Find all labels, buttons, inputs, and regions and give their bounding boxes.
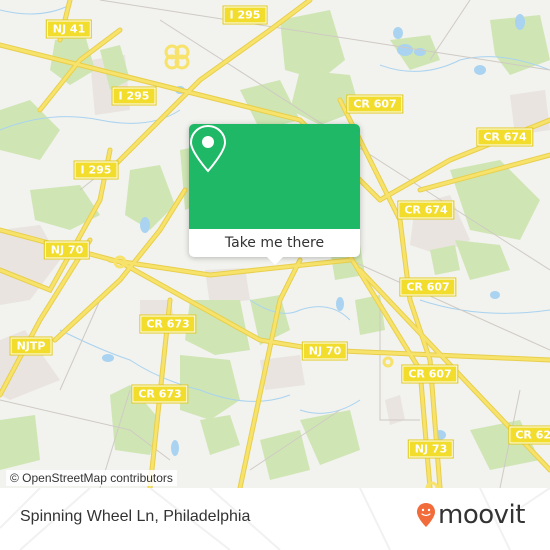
road-label-cr607: CR 607 <box>399 277 457 297</box>
popup-pointer <box>267 257 283 265</box>
moovit-smiley-pin-icon <box>417 503 435 527</box>
road-label-nj70: NJ 70 <box>301 341 349 361</box>
road-label-njtp: NJTP <box>9 336 53 356</box>
road-label-cr607: CR 607 <box>401 364 459 384</box>
take-me-there-button[interactable]: Take me there <box>189 229 360 257</box>
place-name: Spinning Wheel Ln, Philadelphia <box>20 508 251 525</box>
road-label-cr673: CR 673 <box>131 384 189 404</box>
map-attribution[interactable]: © OpenStreetMap contributors <box>6 470 177 486</box>
moovit-logo-text: moovit <box>438 500 525 530</box>
map-view[interactable]: NJ 41 I 295 I 295 I 295 CR 607 CR 674 CR… <box>0 0 550 488</box>
road-label-cr674: CR 674 <box>397 200 455 220</box>
road-label-nj70: NJ 70 <box>43 240 91 260</box>
road-label-nj73: NJ 73 <box>407 439 455 459</box>
road-label-cr607: CR 607 <box>346 94 404 114</box>
location-pin-icon <box>189 124 227 173</box>
road-label-i295: I 295 <box>73 160 119 180</box>
popup-header <box>189 124 360 229</box>
road-label-cr620: CR 620 <box>508 425 550 445</box>
road-label-i295: I 295 <box>222 5 268 25</box>
footer-bar: Spinning Wheel Ln, Philadelphia moovit <box>0 488 550 550</box>
moovit-logo[interactable]: moovit <box>416 500 525 530</box>
road-label-cr674: CR 674 <box>476 127 534 147</box>
road-label-cr673: CR 673 <box>139 314 197 334</box>
road-label-i295: I 295 <box>111 86 157 106</box>
location-popup[interactable]: Take me there <box>189 124 360 265</box>
road-label-nj41: NJ 41 <box>45 19 93 39</box>
